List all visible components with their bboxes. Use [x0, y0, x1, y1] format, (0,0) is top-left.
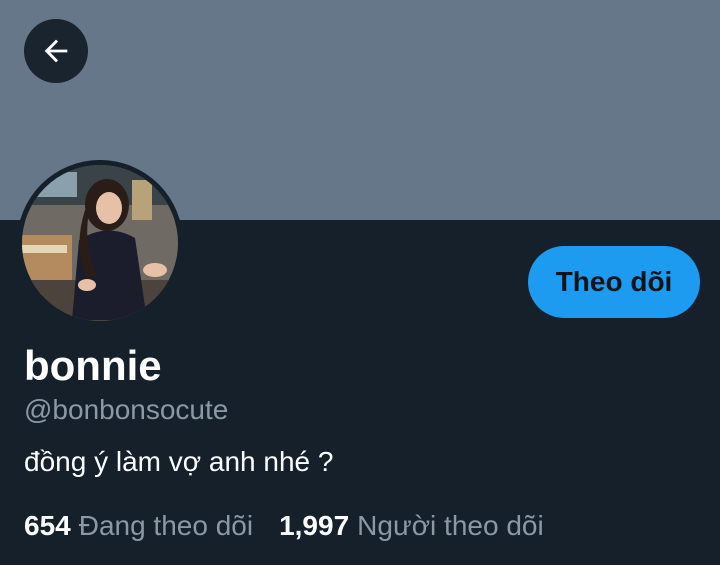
follow-button[interactable]: Theo dõi	[528, 246, 700, 318]
arrow-left-icon	[44, 39, 68, 63]
username-handle: @bonbonsocute	[24, 394, 229, 425]
followers-label: Người theo dõi	[357, 510, 544, 541]
back-button[interactable]	[24, 19, 88, 83]
avatar[interactable]	[17, 160, 183, 326]
follow-stats: 654 Đang theo dõi 1,997 Người theo dõi	[24, 510, 544, 542]
followers-count: 1,997	[279, 510, 350, 541]
following-label: Đang theo dõi	[78, 510, 254, 541]
following-link[interactable]: 654 Đang theo dõi	[24, 510, 253, 542]
display-name: bonnie	[24, 342, 162, 389]
following-count: 654	[24, 510, 71, 541]
followers-link[interactable]: 1,997 Người theo dõi	[279, 510, 544, 542]
bio-text: đồng ý làm vợ anh nhé ?	[24, 446, 334, 477]
avatar-photo	[17, 160, 183, 326]
